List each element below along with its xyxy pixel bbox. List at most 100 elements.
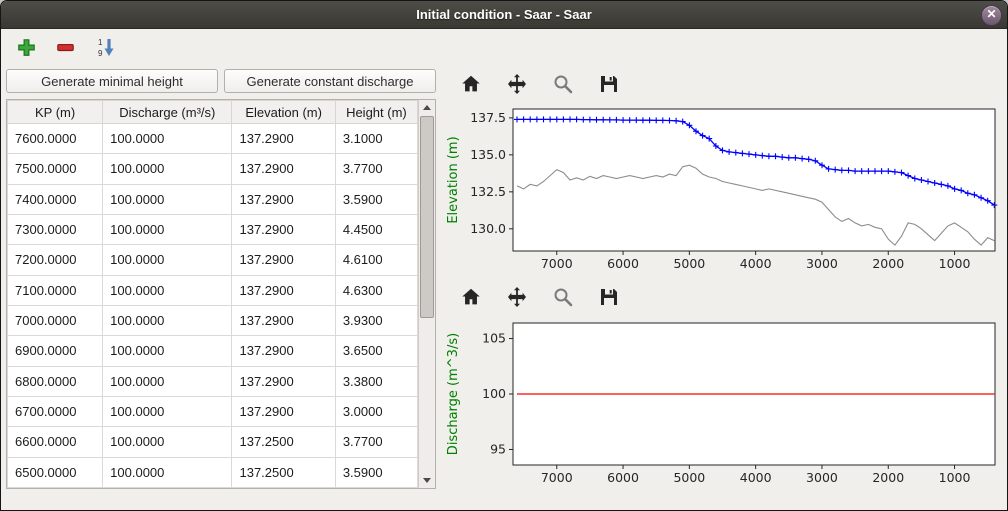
pan-button[interactable] (505, 285, 529, 309)
table-cell[interactable]: 6800.0000 (8, 366, 103, 396)
table-cell[interactable]: 100.0000 (103, 214, 232, 244)
column-header[interactable]: Height (m) (335, 101, 417, 124)
remove-row-button[interactable] (54, 36, 77, 59)
table-cell[interactable]: 7200.0000 (8, 245, 103, 275)
generate-constant-discharge-button[interactable]: Generate constant discharge (224, 69, 436, 93)
save-button[interactable] (597, 285, 621, 309)
table-cell[interactable]: 3.0000 (335, 396, 417, 426)
table-cell[interactable]: 3.7700 (335, 154, 417, 184)
magnifier-icon (552, 73, 574, 95)
table-cell[interactable]: 137.2500 (232, 457, 335, 487)
table-cell[interactable]: 100.0000 (103, 245, 232, 275)
table-cell[interactable]: 100.0000 (103, 396, 232, 426)
table-cell[interactable]: 7300.0000 (8, 214, 103, 244)
home-icon (460, 73, 482, 95)
table-cell[interactable]: 100.0000 (103, 275, 232, 305)
table-cell[interactable]: 7400.0000 (8, 184, 103, 214)
table-header-row: KP (m)Discharge (m³/s)Elevation (m)Heigh… (8, 101, 418, 124)
table-cell[interactable]: 3.6500 (335, 336, 417, 366)
add-row-button[interactable] (15, 36, 38, 59)
svg-text:137.5: 137.5 (470, 110, 506, 125)
main-toolbar: 1 9 (1, 29, 1007, 65)
table-cell[interactable]: 137.2900 (232, 214, 335, 244)
scrollbar-track[interactable] (419, 115, 435, 473)
svg-text:4000: 4000 (740, 470, 772, 485)
table-cell[interactable]: 137.2900 (232, 184, 335, 214)
table-cell[interactable]: 100.0000 (103, 154, 232, 184)
table-cell[interactable]: 137.2900 (232, 154, 335, 184)
main-content: Generate minimal height Generate constan… (1, 65, 1007, 510)
svg-text:4000: 4000 (740, 256, 772, 271)
table-cell[interactable]: 6900.0000 (8, 336, 103, 366)
table-cell[interactable]: 4.4500 (335, 214, 417, 244)
table-cell[interactable]: 6500.0000 (8, 457, 103, 487)
table-cell[interactable]: 6700.0000 (8, 396, 103, 426)
table-cell[interactable]: 137.2900 (232, 396, 335, 426)
table-cell[interactable]: 3.3800 (335, 366, 417, 396)
plus-icon (17, 38, 36, 57)
home-button[interactable] (459, 72, 483, 96)
table-cell[interactable]: 137.2900 (232, 305, 335, 335)
table-cell[interactable]: 100.0000 (103, 184, 232, 214)
table-cell[interactable]: 137.2900 (232, 275, 335, 305)
generate-minimal-height-button[interactable]: Generate minimal height (6, 69, 218, 93)
table-cell[interactable]: 137.2900 (232, 124, 335, 154)
table-cell[interactable]: 6600.0000 (8, 427, 103, 457)
svg-text:95: 95 (490, 441, 506, 456)
elevation-chart[interactable]: 7000600050004000300020001000130.0132.513… (443, 100, 1001, 281)
save-button[interactable] (597, 72, 621, 96)
table-cell[interactable]: 4.6300 (335, 275, 417, 305)
generate-buttons-row: Generate minimal height Generate constan… (6, 69, 436, 93)
table-cell[interactable]: 3.5900 (335, 184, 417, 214)
minus-icon (56, 38, 75, 57)
table-cell[interactable]: 137.2900 (232, 336, 335, 366)
svg-text:6000: 6000 (607, 256, 639, 271)
svg-text:Elevation (m): Elevation (m) (446, 136, 461, 223)
table-cell[interactable]: 7100.0000 (8, 275, 103, 305)
table-cell[interactable]: 137.2900 (232, 245, 335, 275)
table-cell[interactable]: 100.0000 (103, 427, 232, 457)
table-cell[interactable]: 100.0000 (103, 336, 232, 366)
discharge-chart[interactable]: 700060005000400030002000100095100105Disc… (443, 314, 1001, 495)
svg-text:1000: 1000 (939, 470, 971, 485)
table-cell[interactable]: 100.0000 (103, 124, 232, 154)
column-header[interactable]: KP (m) (8, 101, 103, 124)
table-row: 7300.0000100.0000137.29004.4500 (8, 214, 418, 244)
table-row: 6800.0000100.0000137.29003.3800 (8, 366, 418, 396)
table-cell[interactable]: 7500.0000 (8, 154, 103, 184)
table-cell[interactable]: 3.1000 (335, 124, 417, 154)
table-cell[interactable]: 7000.0000 (8, 305, 103, 335)
table-cell[interactable]: 3.5900 (335, 457, 417, 487)
sort-button[interactable]: 1 9 (93, 35, 117, 59)
titlebar[interactable]: Initial condition - Saar - Saar ✕ (1, 1, 1007, 29)
scrollbar-thumb[interactable] (420, 116, 434, 318)
pan-button[interactable] (505, 72, 529, 96)
scroll-up-button[interactable] (419, 100, 435, 115)
table-cell[interactable]: 100.0000 (103, 305, 232, 335)
home-button[interactable] (459, 285, 483, 309)
table-cell[interactable]: 100.0000 (103, 366, 232, 396)
arrow-down-icon (423, 478, 431, 483)
close-button[interactable]: ✕ (981, 5, 1002, 26)
table-cell[interactable]: 3.9300 (335, 305, 417, 335)
table-cell[interactable]: 4.6100 (335, 245, 417, 275)
table-cell[interactable]: 3.7700 (335, 427, 417, 457)
zoom-button[interactable] (551, 285, 575, 309)
table-cell[interactable]: 137.2900 (232, 366, 335, 396)
table-scrollbar[interactable] (418, 100, 435, 488)
svg-text:1: 1 (98, 38, 103, 47)
column-header[interactable]: Elevation (m) (232, 101, 335, 124)
table-cell[interactable]: 7600.0000 (8, 124, 103, 154)
zoom-button[interactable] (551, 72, 575, 96)
table-cell[interactable]: 100.0000 (103, 457, 232, 487)
table-row: 7100.0000100.0000137.29004.6300 (8, 275, 418, 305)
svg-text:2000: 2000 (872, 256, 904, 271)
svg-text:Discharge (m^3/s): Discharge (m^3/s) (446, 332, 461, 454)
scroll-down-button[interactable] (419, 473, 435, 488)
initial-condition-table-wrap: KP (m)Discharge (m³/s)Elevation (m)Heigh… (6, 99, 436, 489)
table-cell[interactable]: 137.2500 (232, 427, 335, 457)
column-header[interactable]: Discharge (m³/s) (103, 101, 232, 124)
table-row: 7500.0000100.0000137.29003.7700 (8, 154, 418, 184)
table-row: 6700.0000100.0000137.29003.0000 (8, 396, 418, 426)
sort-numeric-descending-icon: 1 9 (95, 37, 115, 57)
